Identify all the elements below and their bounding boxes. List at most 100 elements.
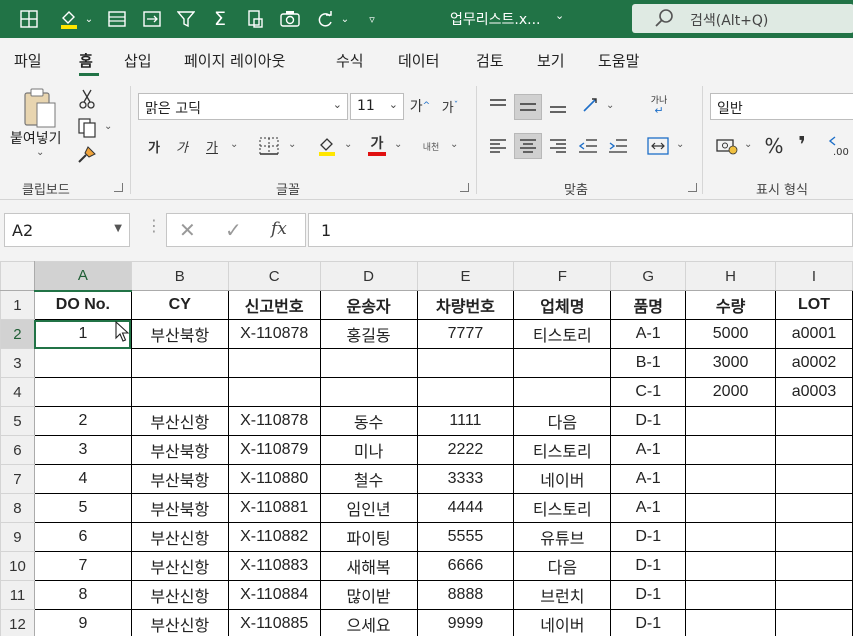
- cell[interactable]: A-1: [610, 319, 687, 349]
- header-cell[interactable]: 운송자: [319, 290, 418, 320]
- cell[interactable]: X-110881: [227, 493, 321, 523]
- fill-color-dropdown-icon[interactable]: ⌄: [344, 139, 352, 150]
- borders-dropdown-icon[interactable]: ⌄: [288, 139, 296, 150]
- cell[interactable]: X-110884: [227, 580, 321, 610]
- cell[interactable]: A-1: [610, 464, 687, 494]
- cell[interactable]: [775, 609, 853, 636]
- merge-center-icon[interactable]: [644, 134, 672, 158]
- redo-icon[interactable]: [310, 0, 340, 38]
- cell[interactable]: 3: [33, 435, 132, 465]
- merge-dropdown-icon[interactable]: ⌄: [676, 139, 684, 150]
- cell[interactable]: B-1: [610, 348, 687, 378]
- cell[interactable]: 다음: [513, 406, 612, 436]
- cell[interactable]: 4444: [416, 493, 515, 523]
- header-cell[interactable]: 품명: [610, 290, 687, 320]
- align-top-icon[interactable]: [486, 94, 510, 118]
- cell[interactable]: [416, 348, 515, 378]
- cell[interactable]: [227, 377, 321, 407]
- font-name-combo[interactable]: 맑은 고딕 ⌄: [138, 93, 348, 120]
- accounting-dropdown-icon[interactable]: ⌄: [744, 139, 752, 150]
- font-size-combo[interactable]: 11 ⌄: [350, 93, 404, 120]
- search-box[interactable]: 검색(Alt+Q): [632, 4, 853, 33]
- format-painter-icon[interactable]: [76, 144, 98, 166]
- worksheet-grid[interactable]: A B C D E F G H I 1 DO No. CY 신고번호 운송자 차량번호 업체…: [0, 261, 853, 636]
- cell[interactable]: a0002: [775, 348, 853, 378]
- print-preview-icon[interactable]: [240, 0, 270, 38]
- cell[interactable]: [33, 348, 132, 378]
- alignment-dialog-launcher-icon[interactable]: [688, 183, 697, 192]
- cell[interactable]: 많이받: [319, 580, 418, 610]
- insert-function-button[interactable]: fx: [271, 219, 287, 239]
- cell[interactable]: [685, 435, 776, 465]
- header-cell[interactable]: 차량번호: [416, 290, 515, 320]
- cell[interactable]: 2222: [416, 435, 515, 465]
- tab-review[interactable]: 검토: [476, 50, 504, 71]
- copy-dropdown-icon[interactable]: ⌄: [104, 121, 112, 132]
- enter-check-icon[interactable]: ✓: [225, 218, 242, 242]
- tab-insert[interactable]: 삽입: [124, 50, 152, 71]
- paste-dropdown-icon[interactable]: ⌄: [36, 147, 44, 158]
- text-orientation-icon[interactable]: [580, 92, 604, 118]
- cell[interactable]: [685, 464, 776, 494]
- cell[interactable]: 9: [33, 609, 132, 636]
- header-cell[interactable]: CY: [130, 290, 229, 320]
- tab-file[interactable]: 파일: [14, 50, 42, 71]
- cell[interactable]: X-110878: [227, 319, 321, 349]
- grid-view-icon[interactable]: [14, 0, 44, 38]
- cell[interactable]: X-110880: [227, 464, 321, 494]
- cell[interactable]: 4: [33, 464, 132, 494]
- column-header[interactable]: B: [130, 261, 229, 291]
- camera-icon[interactable]: [275, 0, 305, 38]
- cell[interactable]: 부산북항: [130, 319, 229, 349]
- paste-icon[interactable]: [20, 86, 60, 130]
- cancel-icon[interactable]: ✕: [179, 218, 196, 242]
- formula-input[interactable]: 1: [308, 213, 853, 247]
- wrap-text-icon[interactable]: 가나 ↵: [646, 92, 672, 120]
- cell[interactable]: 부산북항: [130, 493, 229, 523]
- row-header[interactable]: 11: [0, 580, 35, 610]
- cell[interactable]: [685, 522, 776, 552]
- cell[interactable]: 티스토리: [513, 435, 612, 465]
- decrease-indent-icon[interactable]: [576, 134, 600, 158]
- cell[interactable]: 3333: [416, 464, 515, 494]
- more-options-icon[interactable]: ⋮: [146, 216, 162, 235]
- cell[interactable]: 9999: [416, 609, 515, 636]
- cell[interactable]: 임인년: [319, 493, 418, 523]
- bold-button[interactable]: 가: [144, 135, 164, 157]
- cell[interactable]: [685, 406, 776, 436]
- align-right-icon[interactable]: [546, 134, 570, 158]
- tab-help[interactable]: 도움말: [598, 50, 639, 71]
- cell[interactable]: 티스토리: [513, 493, 612, 523]
- cell[interactable]: [685, 493, 776, 523]
- cell[interactable]: [513, 348, 612, 378]
- column-header[interactable]: H: [685, 261, 776, 291]
- underline-button[interactable]: 가: [202, 135, 222, 157]
- merge-cells-icon[interactable]: [137, 0, 167, 38]
- column-header[interactable]: F: [513, 261, 612, 291]
- document-title[interactable]: 업무리스트.x...: [450, 9, 541, 29]
- cell[interactable]: 부산신항: [130, 580, 229, 610]
- tab-home[interactable]: 홈: [79, 50, 93, 71]
- name-box[interactable]: A2 ▼: [4, 213, 130, 247]
- align-bottom-icon[interactable]: [546, 94, 570, 118]
- column-header[interactable]: I: [775, 261, 853, 291]
- align-center-icon[interactable]: [514, 133, 542, 159]
- cell[interactable]: 동수: [319, 406, 418, 436]
- font-dialog-launcher-icon[interactable]: [460, 183, 469, 192]
- cell[interactable]: [513, 377, 612, 407]
- tab-page-layout[interactable]: 페이지 레이아웃: [184, 50, 285, 71]
- underline-dropdown-icon[interactable]: ⌄: [230, 139, 238, 150]
- cell[interactable]: X-110878: [227, 406, 321, 436]
- autosum-icon[interactable]: Σ: [205, 0, 235, 38]
- cell[interactable]: 부산신항: [130, 551, 229, 581]
- cell[interactable]: [416, 377, 515, 407]
- cell[interactable]: [685, 580, 776, 610]
- paste-button[interactable]: 붙여넣기: [10, 128, 62, 148]
- cell[interactable]: [775, 435, 853, 465]
- tab-view[interactable]: 보기: [537, 50, 565, 71]
- cell[interactable]: 홍길동: [319, 319, 418, 349]
- cell[interactable]: 2: [33, 406, 132, 436]
- cell[interactable]: [130, 348, 229, 378]
- header-cell[interactable]: 신고번호: [227, 290, 321, 320]
- decrease-font-size-icon[interactable]: 가ˇ: [438, 94, 462, 118]
